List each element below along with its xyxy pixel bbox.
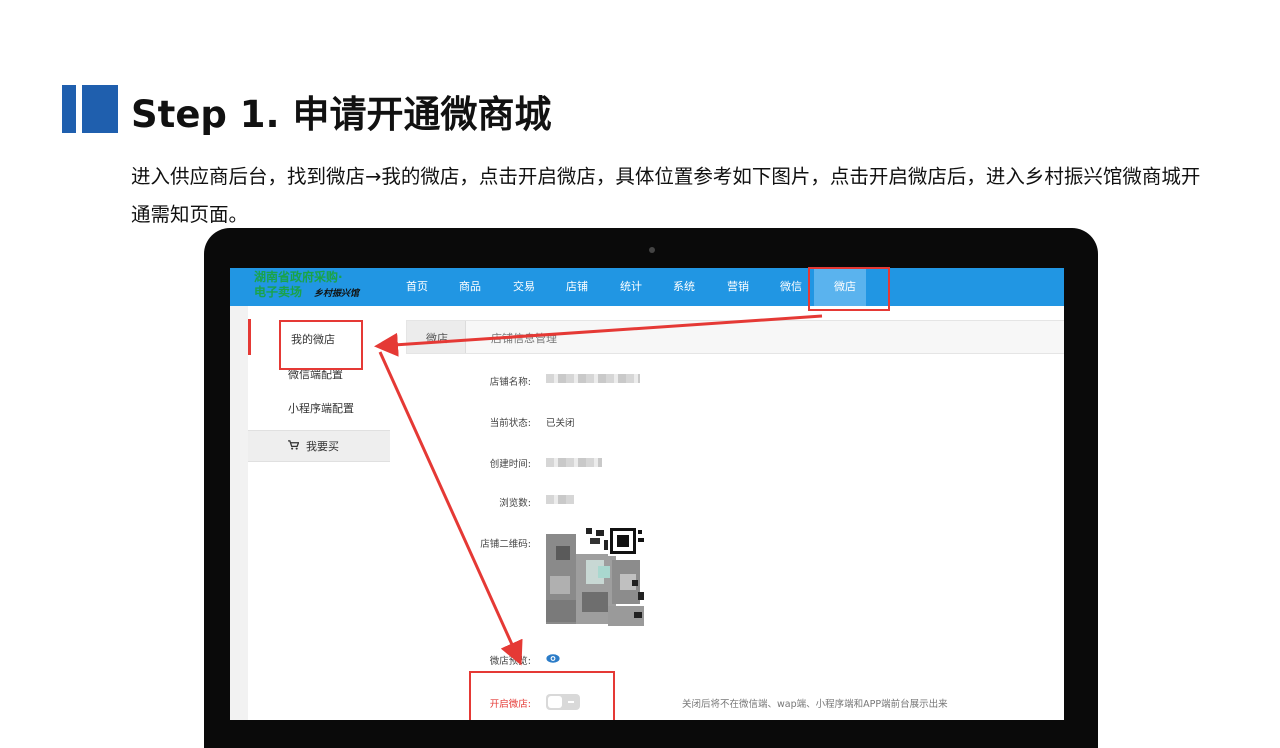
nav-item-home[interactable]: 首页	[406, 278, 428, 294]
sidebar-item-miniprogram-config[interactable]: 小程序端配置	[288, 400, 354, 416]
nav-item-store[interactable]: 店铺	[566, 278, 588, 294]
toggle-knob	[548, 696, 562, 708]
nav-item-wechat[interactable]: 微信	[780, 278, 802, 294]
sidebar-active-indicator	[248, 319, 251, 355]
open-store-hint: 关闭后将不在微信端、wap端、小程序端和APP端前台展示出来	[682, 699, 948, 710]
preview-label: 微店预览:	[489, 656, 531, 667]
qr-code-label: 店铺二维码:	[480, 539, 531, 550]
breadcrumb-page-title: 店铺信息管理	[491, 332, 557, 345]
slide-title: Step 1. 申请开通微商城	[131, 93, 552, 136]
views-value-blurred	[546, 495, 574, 504]
sidebar-item-wechat-config[interactable]: 微信端配置	[288, 366, 343, 382]
shop-name-label: 店铺名称:	[489, 377, 531, 388]
nav-item-stats[interactable]: 统计	[620, 278, 642, 294]
views-label: 浏览数:	[499, 498, 531, 509]
logo-line2: 电子卖场	[254, 285, 303, 299]
cart-icon	[288, 440, 299, 450]
top-nav: 湖南省政府采购· 电子卖场 乡村振兴馆 首页 商品 交易 店铺 统计 系统 营销…	[230, 268, 1064, 306]
nav-item-marketing[interactable]: 营销	[727, 278, 749, 294]
open-store-toggle[interactable]	[546, 694, 580, 710]
sidebar-item-my-microstore[interactable]: 我的微店	[291, 331, 335, 347]
breadcrumb-tab-label: 微店	[426, 332, 448, 345]
sidebar-buy-section[interactable]: 我要买	[248, 430, 390, 462]
slide-description: 进入供应商后台，找到微店→我的微店，点击开启微店，具体位置参考如下图片，点击开启…	[131, 165, 1201, 226]
title-accent-bar	[62, 85, 76, 133]
nav-item-microstore[interactable]: 微店	[834, 278, 856, 294]
status-value: 已关闭	[546, 418, 575, 429]
eye-icon[interactable]	[546, 654, 560, 663]
toggle-minus-icon	[568, 701, 574, 703]
logo-subtitle: 乡村振兴馆	[314, 289, 360, 299]
nav-item-goods[interactable]: 商品	[459, 278, 481, 294]
app-screen: 湖南省政府采购· 电子卖场 乡村振兴馆 首页 商品 交易 店铺 统计 系统 营销…	[230, 268, 1064, 720]
nav-item-system[interactable]: 系统	[673, 278, 695, 294]
title-accent-block	[82, 85, 118, 133]
breadcrumb-tab[interactable]: 微店	[407, 321, 466, 353]
breadcrumb: 微店 店铺信息管理	[406, 320, 1064, 354]
status-label: 当前状态:	[489, 418, 531, 429]
created-time-label: 创建时间:	[489, 459, 531, 470]
nav-item-trade[interactable]: 交易	[513, 278, 535, 294]
camera-icon	[649, 247, 655, 253]
sidebar-buy-label: 我要买	[306, 440, 339, 453]
created-time-value-blurred	[546, 458, 602, 467]
shop-name-value-blurred	[546, 374, 640, 383]
open-store-label: 开启微店:	[489, 699, 531, 710]
qr-code-image	[546, 526, 646, 628]
